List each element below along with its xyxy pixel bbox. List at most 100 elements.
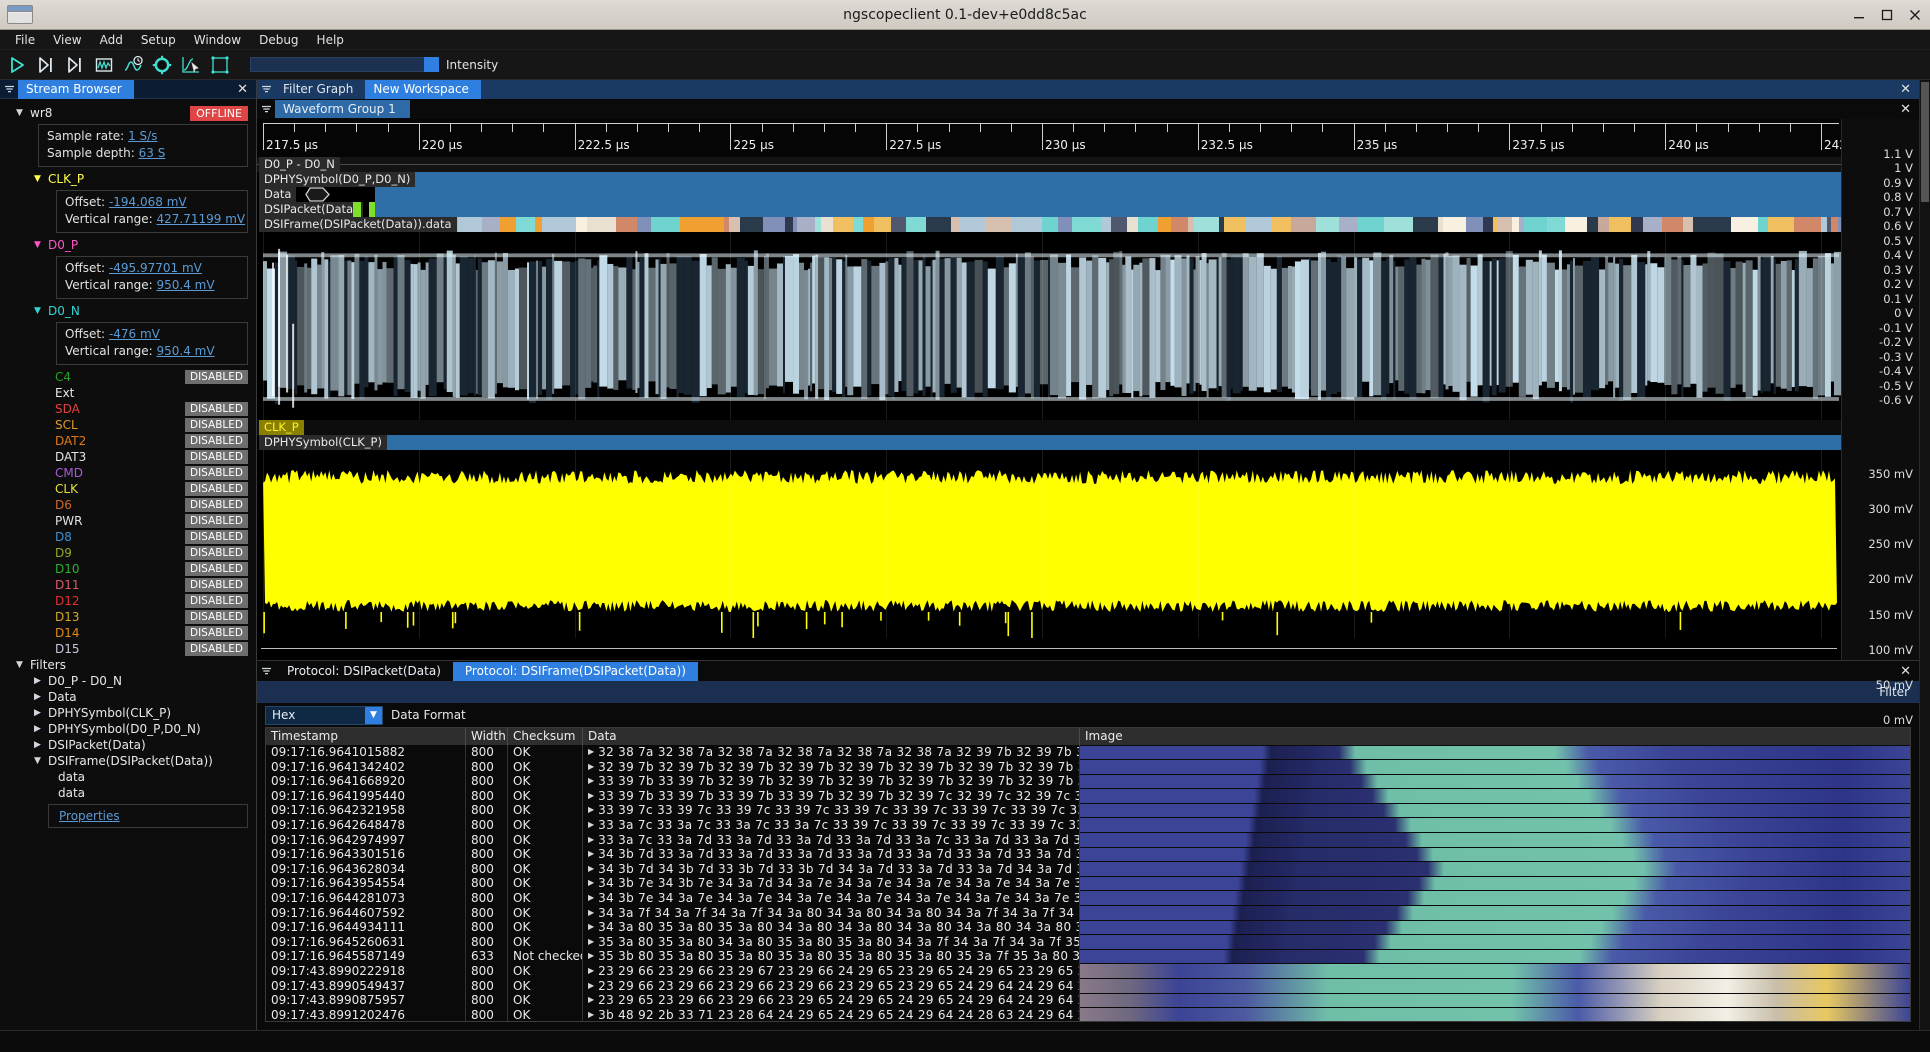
- table-row[interactable]: 09:17:16.9643628034 800 OK ▶ 34 3b 7d 34 3b …: [266, 861, 1910, 877]
- chevron-right-icon[interactable]: ▶: [588, 803, 594, 818]
- filter-node[interactable]: DPHYSymbol(CLK_P): [0, 705, 256, 721]
- table-row[interactable]: 09:17:16.9641995440 800 OK ▶ 33 39 7b 33 39 …: [266, 788, 1910, 804]
- stream-browser-tree[interactable]: wr8 OFFLINE Sample rate: 1 S/s Sample de…: [0, 99, 256, 1030]
- chevron-right-icon[interactable]: ▶: [588, 1008, 594, 1021]
- intensity-slider-knob[interactable]: [424, 57, 439, 72]
- table-row[interactable]: 09:17:16.9644607592 800 OK ▶ 34 3a 7f 34 3a …: [266, 905, 1910, 921]
- filter-node[interactable]: Data: [0, 689, 256, 705]
- decode-row-dsipacket[interactable]: DSIPacket(Data): [257, 202, 1841, 217]
- table-row[interactable]: 09:17:16.9642648478 800 OK ▶ 33 3a 7c 33 3a …: [266, 817, 1910, 833]
- table-row[interactable]: 09:17:43.8990549437 800 OK ▶ 23 29 66 23 29 …: [266, 978, 1910, 994]
- chevron-down-icon[interactable]: [257, 84, 275, 95]
- offset-value[interactable]: -495.97701 mV: [109, 261, 202, 275]
- column-header-data[interactable]: Data: [583, 728, 1080, 745]
- analog-plot-clk[interactable]: [257, 450, 1841, 638]
- vertical-range-value[interactable]: 950.4 mV: [157, 278, 215, 292]
- menu-window[interactable]: Window: [185, 31, 250, 49]
- tab-new-workspace[interactable]: New Workspace: [365, 80, 481, 99]
- chevron-down-icon[interactable]: [16, 661, 30, 670]
- force-trigger-button[interactable]: [62, 52, 88, 78]
- chevron-down-icon[interactable]: [34, 307, 48, 316]
- menu-help[interactable]: Help: [308, 31, 353, 49]
- chevron-right-icon[interactable]: ▶: [588, 876, 594, 891]
- chevron-right-icon[interactable]: ▶: [588, 862, 594, 877]
- stop-button[interactable]: [91, 52, 117, 78]
- channel-node-pwr[interactable]: PWR DISABLED: [0, 513, 256, 529]
- channel-node-d10[interactable]: D10 DISABLED: [0, 561, 256, 577]
- chevron-right-icon[interactable]: ▶: [588, 760, 594, 775]
- filter-node[interactable]: DSIPacket(Data): [0, 737, 256, 753]
- chevron-right-icon[interactable]: [34, 677, 48, 686]
- chevron-right-icon[interactable]: ▶: [588, 906, 594, 921]
- chevron-right-icon[interactable]: ▶: [588, 774, 594, 789]
- close-icon[interactable]: ✕: [229, 80, 256, 99]
- menu-view[interactable]: View: [44, 31, 90, 49]
- intensity-control[interactable]: Intensity: [250, 57, 498, 72]
- tab-stream-browser[interactable]: Stream Browser: [18, 79, 134, 99]
- chevron-right-icon[interactable]: [34, 741, 48, 750]
- chevron-right-icon[interactable]: ▶: [588, 949, 594, 964]
- chevron-right-icon[interactable]: [34, 709, 48, 718]
- table-row[interactable]: 09:17:43.8990875957 800 OK ▶ 23 29 65 23 29 …: [266, 993, 1910, 1008]
- filter-node[interactable]: DPHYSymbol(D0_P,D0_N): [0, 721, 256, 737]
- chevron-right-icon[interactable]: ▶: [588, 745, 594, 760]
- channel-node-d14[interactable]: D14 DISABLED: [0, 625, 256, 641]
- refresh-button[interactable]: [149, 52, 175, 78]
- close-icon[interactable]: ✕: [1892, 100, 1919, 119]
- chevron-right-icon[interactable]: ▶: [588, 818, 594, 833]
- filter-stream-data-1[interactable]: data: [0, 769, 256, 785]
- column-header-width[interactable]: Width: [466, 728, 508, 745]
- fullscreen-button[interactable]: [207, 52, 233, 78]
- channel-node-dat3[interactable]: DAT3 DISABLED: [0, 449, 256, 465]
- chevron-right-icon[interactable]: ▶: [588, 993, 594, 1008]
- table-row[interactable]: 09:17:16.9644934111 800 OK ▶ 34 3a 80 35 3a …: [266, 920, 1910, 935]
- tab-protocol-dsiframe[interactable]: Protocol: DSIFrame(DSIPacket(Data)): [452, 661, 698, 681]
- column-header-image[interactable]: Image: [1080, 728, 1910, 745]
- table-row[interactable]: 09:17:43.8991202476 800 OK ▶ 3b 48 92 2b 33 …: [266, 1007, 1910, 1021]
- channel-node-cmd[interactable]: CMD DISABLED: [0, 465, 256, 481]
- table-row[interactable]: 09:17:16.9644281073 800 OK ▶ 34 3b 7e 34 3a …: [266, 890, 1910, 906]
- offset-value[interactable]: -194.068 mV: [109, 195, 187, 209]
- menu-setup[interactable]: Setup: [132, 31, 185, 49]
- table-row[interactable]: 09:17:16.9645260631 800 OK ▶ 35 3a 80 35 3a …: [266, 934, 1910, 950]
- chevron-right-icon[interactable]: [34, 725, 48, 734]
- sample-depth-value[interactable]: 63 S: [139, 146, 166, 160]
- intensity-slider[interactable]: [250, 57, 439, 72]
- tab-filter-graph[interactable]: Filter Graph: [275, 80, 365, 99]
- filter-node[interactable]: DSIFrame(DSIPacket(Data)): [0, 753, 256, 769]
- vertical-range-value[interactable]: 427.71199 mV: [157, 212, 246, 226]
- chevron-down-icon[interactable]: [16, 109, 30, 118]
- chevron-right-icon[interactable]: ▶: [588, 920, 594, 935]
- channel-node-clk-p[interactable]: CLK_P: [0, 171, 256, 187]
- filter-node[interactable]: D0_P - D0_N: [0, 673, 256, 689]
- chevron-down-icon[interactable]: [34, 241, 48, 250]
- table-row[interactable]: 09:17:16.9642321958 800 OK ▶ 33 39 7c 33 39 …: [266, 803, 1910, 818]
- vertical-range-value[interactable]: 950.4 mV: [157, 344, 215, 358]
- instrument-node-wr8[interactable]: wr8 OFFLINE: [0, 105, 256, 121]
- decode-row-dsiframe[interactable]: DSIFrame(DSIPacket(Data)).data: [257, 217, 1841, 232]
- decode-row-dphysymbol-clk[interactable]: DPHYSymbol(CLK_P): [257, 435, 1841, 450]
- channel-node-d11[interactable]: D11 DISABLED: [0, 577, 256, 593]
- run-button[interactable]: [4, 52, 30, 78]
- chevron-right-icon[interactable]: ▶: [588, 891, 594, 906]
- column-header-checksum[interactable]: Checksum: [508, 728, 583, 745]
- chevron-down-icon[interactable]: [34, 757, 48, 766]
- table-body[interactable]: 09:17:16.9641015882 800 OK ▶ 32 38 7a 32 38 …: [266, 745, 1910, 1021]
- chevron-right-icon[interactable]: ▶: [588, 979, 594, 994]
- tab-waveform-group-1[interactable]: Waveform Group 1: [275, 100, 410, 118]
- close-icon[interactable]: [1908, 8, 1922, 22]
- chevron-down-icon[interactable]: ▼: [365, 706, 382, 724]
- channel-node-sda[interactable]: SDA DISABLED: [0, 401, 256, 417]
- chevron-down-icon[interactable]: [257, 104, 275, 115]
- channel-node-d8[interactable]: D8 DISABLED: [0, 529, 256, 545]
- channel-node-dat2[interactable]: DAT2 DISABLED: [0, 433, 256, 449]
- table-row[interactable]: 09:17:16.9641342402 800 OK ▶ 32 39 7b 32 39 …: [266, 759, 1910, 775]
- channel-node-c4[interactable]: C4 DISABLED: [0, 369, 256, 385]
- chevron-right-icon[interactable]: ▶: [588, 935, 594, 950]
- channel-node-d9[interactable]: D9 DISABLED: [0, 545, 256, 561]
- maximize-icon[interactable]: [1880, 8, 1894, 22]
- tab-protocol-dsipacket[interactable]: Protocol: DSIPacket(Data): [275, 662, 453, 681]
- channel-node-clk[interactable]: CLK DISABLED: [0, 481, 256, 497]
- vertical-scrollbar[interactable]: [1919, 80, 1930, 1030]
- properties-link[interactable]: Properties: [59, 809, 120, 823]
